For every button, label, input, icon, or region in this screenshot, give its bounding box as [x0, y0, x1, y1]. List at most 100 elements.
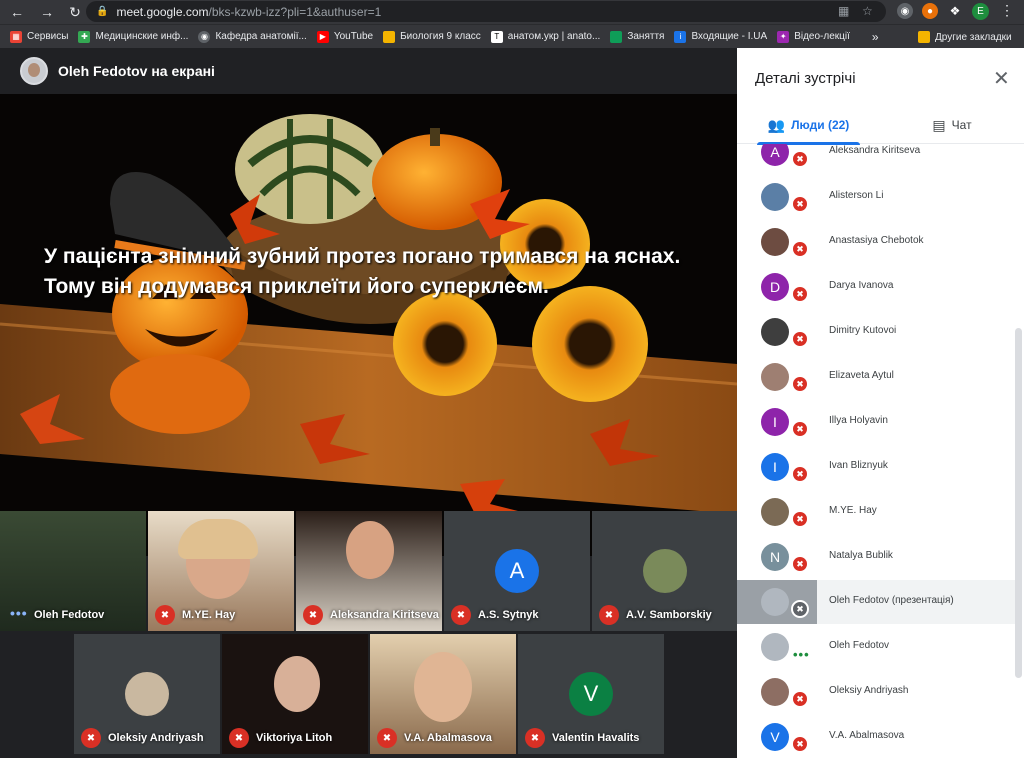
list-item[interactable]: D ✖ Darya Ivanova	[737, 265, 1017, 309]
participant-tile[interactable]: A ✖ A.S. Sytnyk	[444, 511, 590, 631]
tab-chat-label: Чат	[951, 118, 972, 132]
avatar-photo	[125, 672, 169, 716]
participant-name: Oleksiy Andriyash	[108, 732, 204, 744]
address-bar[interactable]: 🔒 meet.google.com/bks-kzwb-izz?pli=1&aut…	[86, 1, 886, 22]
bookmarks-more-button[interactable]: »	[872, 30, 879, 44]
profile-avatar[interactable]: E	[972, 3, 989, 20]
extension-icon-1[interactable]: ◉	[897, 3, 913, 19]
translate-icon[interactable]: ▦	[838, 4, 849, 18]
star-icon[interactable]: ☆	[862, 4, 873, 18]
list-item[interactable]: N ✖ Natalya Bublik	[737, 535, 1017, 579]
bookmarks-bar: ▦ Сервисы ✚ Медицинские инф... ◉ Кафедра ан…	[0, 24, 1024, 48]
people-list-scrollbar[interactable]	[1015, 328, 1022, 678]
person-name: Ivan Bliznyuk	[829, 460, 888, 471]
list-item[interactable]: ✖ Oleksiy Andriyash	[737, 670, 1017, 714]
list-item[interactable]: ✖ Alisterson Li	[737, 175, 1017, 219]
bookmark-item[interactable]: ▦ Сервисы	[10, 30, 68, 43]
avatar: V	[761, 723, 789, 751]
bookmark-label: Входящие - I.UA	[691, 31, 768, 42]
reload-icon[interactable]: ↻	[63, 0, 87, 24]
mic-off-icon: ✖	[791, 240, 809, 258]
meeting-details-panel: Деталі зустрічі ✕ 👥 Люди (22) ▤ Чат A ✖ …	[737, 48, 1024, 758]
folder-icon	[383, 30, 396, 43]
mic-off-icon: ✖	[81, 728, 101, 748]
participant-tile[interactable]: ✖ V.A. Abalmasova	[370, 634, 516, 754]
bookmark-item[interactable]: ▶ YouTube	[316, 30, 374, 43]
bookmark-item[interactable]: Tанатом.укр | anato...	[490, 30, 601, 43]
bookmark-label: Відео-лекції	[794, 31, 850, 42]
puzzle-extensions-icon[interactable]: ❖	[947, 3, 963, 19]
list-item[interactable]: ✖ Elizaveta Aytul	[737, 355, 1017, 399]
close-icon[interactable]: ✕	[993, 66, 1010, 91]
list-item[interactable]: I ✖ Illya Holyavin	[737, 400, 1017, 444]
back-arrow-icon[interactable]: ←	[5, 0, 29, 24]
extension-icon-2[interactable]: ●	[922, 3, 938, 19]
participant-tile[interactable]: ✖ A.V. Samborskiy	[592, 511, 737, 631]
slide-caption: У пацієнта знімний зубний протез погано …	[44, 245, 681, 298]
list-item[interactable]: ••• Oleh Fedotov	[737, 625, 1017, 669]
person-name: M.YE. Hay	[829, 505, 877, 516]
person-name: Illya Holyavin	[829, 415, 888, 426]
participant-tile[interactable]: ✖ M.YE. Hay	[148, 511, 294, 631]
person-name: Natalya Bublik	[829, 550, 893, 561]
list-item[interactable]: ✖ Anastasiya Chebotok	[737, 220, 1017, 264]
avatar: N	[761, 543, 789, 571]
person-name: Anastasiya Chebotok	[829, 235, 924, 246]
person-name: Dimitry Kutovoi	[829, 325, 897, 336]
forward-arrow-icon[interactable]: →	[35, 0, 59, 24]
avatar	[761, 318, 789, 346]
participant-name: Oleh Fedotov	[34, 609, 105, 621]
video-icon: ✦	[777, 30, 790, 43]
tab-chat[interactable]: ▤ Чат	[880, 106, 1024, 144]
person-name: Elizaveta Aytul	[829, 370, 894, 381]
avatar	[761, 588, 789, 616]
bookmark-label: YouTube	[333, 31, 374, 42]
bookmark-label: анатом.укр | anato...	[507, 31, 601, 42]
participant-tile[interactable]: ••• Oleh Fedotov	[0, 511, 146, 631]
bookmark-item[interactable]: ✚ Медицинские инф...	[78, 30, 188, 43]
face	[274, 656, 320, 712]
presentation-slide: У пацієнта знімний зубний протез погано …	[0, 94, 737, 556]
bookmark-item[interactable]: Биология 9 класс	[383, 30, 481, 43]
face	[414, 652, 472, 722]
participant-row: ✖ Oleksiy Andriyash ✖ Viktoriya Litoh ✖ …	[0, 634, 737, 754]
avatar-letter: V	[569, 672, 613, 716]
mail-icon: i	[674, 30, 687, 43]
list-item[interactable]: I ✖ Ivan Bliznyuk	[737, 445, 1017, 489]
browser-menu-icon[interactable]: ⋮	[1000, 2, 1014, 19]
mic-off-icon: ✖	[791, 510, 809, 528]
list-item[interactable]: ✖ M.YE. Hay	[737, 490, 1017, 534]
avatar-photo	[642, 549, 687, 593]
face	[346, 521, 394, 579]
participant-name: A.S. Sytnyk	[478, 609, 539, 621]
medical-icon: ✚	[78, 30, 91, 43]
person-name: Aleksandra Kiritseva	[829, 145, 921, 156]
mic-off-icon: ✖	[155, 605, 175, 625]
meet-main-area: Oleh Fedotov на екрані У пацієнта знімни…	[0, 48, 737, 758]
list-item[interactable]: ✖ Oleh Fedotov (презентація)	[737, 580, 1017, 624]
list-item[interactable]: V ✖ V.A. Abalmasova	[737, 715, 1017, 758]
participant-tile[interactable]: ✖ Viktoriya Litoh	[222, 634, 368, 754]
bookmark-item[interactable]: ◉ Кафедра анатомії...	[198, 30, 307, 43]
avatar	[761, 228, 789, 256]
bookmark-item[interactable]: i Входящие - I.UA	[674, 30, 768, 43]
lock-icon: 🔒	[96, 6, 109, 17]
mic-off-icon: ✖	[791, 285, 809, 303]
presenter-bar: Oleh Fedotov на екрані	[0, 48, 737, 94]
url-host: meet.google.com	[116, 4, 209, 19]
tab-people[interactable]: 👥 Люди (22)	[737, 106, 880, 145]
mic-off-icon: ✖	[599, 605, 619, 625]
participant-tile[interactable]: V ✖ Valentin Havalits	[518, 634, 664, 754]
avatar: A	[761, 144, 789, 166]
mic-off-icon: ✖	[791, 420, 809, 438]
other-bookmarks[interactable]: Другие закладки	[918, 31, 1012, 43]
participant-tile[interactable]: ✖ Aleksandra Kiritseva	[296, 511, 442, 631]
list-item[interactable]: A ✖ Aleksandra Kiritseva	[737, 144, 1017, 174]
presenter-avatar	[20, 57, 48, 85]
list-item[interactable]: ✖ Dimitry Kutovoi	[737, 310, 1017, 354]
bookmark-item[interactable]: ✦ Відео-лекції	[777, 30, 850, 43]
person-name: Alisterson Li	[829, 190, 884, 201]
bookmark-item[interactable]: Заняття	[610, 30, 664, 43]
mic-off-icon: ✖	[303, 605, 323, 625]
participant-tile[interactable]: ✖ Oleksiy Andriyash	[74, 634, 220, 754]
